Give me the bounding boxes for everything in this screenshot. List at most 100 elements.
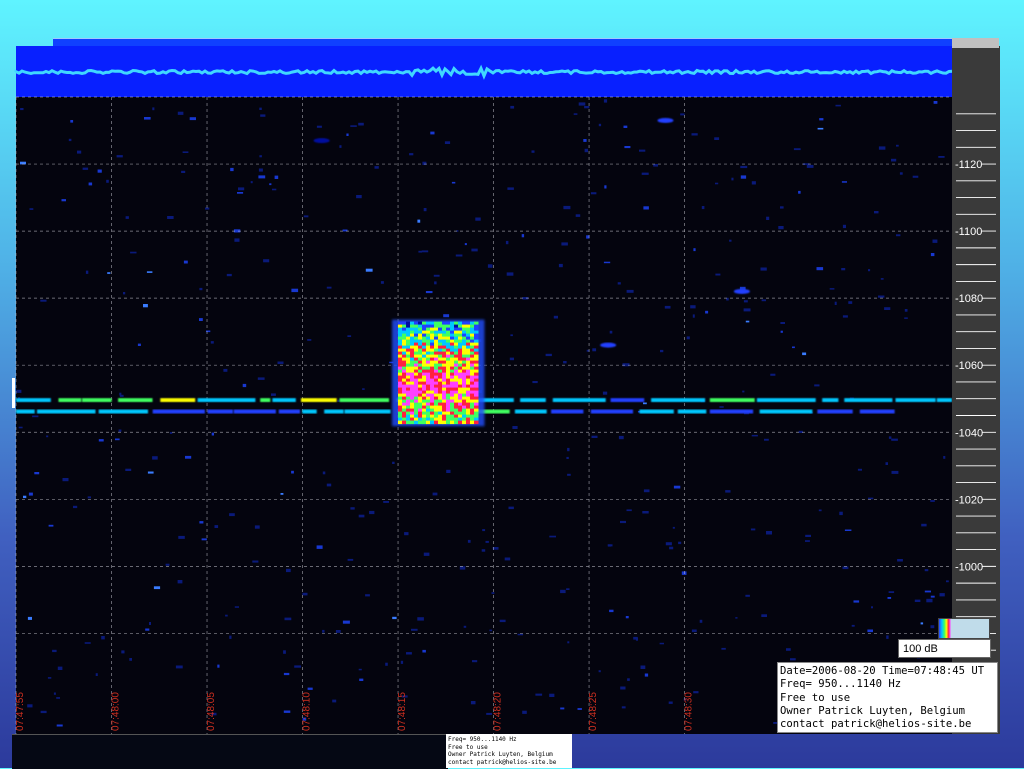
burst-cell xyxy=(458,357,463,362)
burst-cell xyxy=(470,360,475,365)
noise-speckle xyxy=(470,701,476,705)
noise-speckle xyxy=(294,665,301,668)
noise-speckle xyxy=(380,281,384,284)
burst-cell xyxy=(422,363,427,368)
burst-cell xyxy=(406,408,411,413)
burst-cell xyxy=(414,360,419,365)
burst-cell xyxy=(438,420,443,425)
noise-speckle xyxy=(839,511,843,516)
noise-speckle xyxy=(316,545,323,549)
burst-cell xyxy=(426,408,431,413)
burst-cell xyxy=(446,408,451,413)
burst-cell xyxy=(470,417,475,422)
noise-speckle xyxy=(446,469,451,473)
burst-cell xyxy=(458,381,463,386)
noise-speckle xyxy=(335,630,341,633)
burst-cell xyxy=(442,420,447,425)
burst-cell xyxy=(410,336,415,341)
noise-speckle xyxy=(829,288,835,290)
burst-cell xyxy=(454,372,459,377)
noise-speckle xyxy=(487,264,493,268)
burst-cell xyxy=(458,363,463,368)
burst-cell xyxy=(434,339,439,344)
carrier-segment xyxy=(677,409,707,414)
noise-speckle xyxy=(933,101,938,104)
burst-cell xyxy=(474,408,479,413)
burst-cell xyxy=(414,330,419,335)
noise-speckle xyxy=(392,461,395,464)
burst-cell xyxy=(398,348,403,353)
noise-speckle xyxy=(633,636,638,640)
burst-cell xyxy=(430,378,435,383)
burst-cell xyxy=(454,405,459,410)
noise-speckle xyxy=(598,123,602,127)
noise-speckle xyxy=(701,206,705,210)
burst-cell xyxy=(402,363,407,368)
burst-cell xyxy=(414,327,419,332)
noise-speckle xyxy=(356,195,362,199)
burst-cell xyxy=(446,330,451,335)
burst-cell xyxy=(446,336,451,341)
noise-speckle xyxy=(665,542,672,546)
frequency-tick-label: -1000 xyxy=(955,561,983,573)
burst-cell xyxy=(434,354,439,359)
burst-cell xyxy=(426,405,431,410)
burst-cell xyxy=(430,411,435,416)
burst-cell xyxy=(438,390,443,395)
burst-cell xyxy=(458,384,463,389)
burst-cell xyxy=(418,420,423,425)
burst-cell xyxy=(398,342,403,347)
burst-cell xyxy=(470,405,475,410)
noise-speckle xyxy=(566,456,569,459)
burst-cell xyxy=(410,330,415,335)
noise-speckle xyxy=(851,624,855,627)
burst-cell xyxy=(442,384,447,389)
burst-cell xyxy=(406,321,411,326)
info-date-time: Date=2006-08-20 Time=07:48:45 UT xyxy=(780,665,985,677)
time-tick-label: 07:48:05 xyxy=(206,692,217,731)
frequency-tick-label: -1020 xyxy=(955,494,983,506)
burst-cell xyxy=(426,354,431,359)
burst-cell xyxy=(474,348,479,353)
burst-cell xyxy=(430,324,435,329)
noise-speckle xyxy=(669,546,674,550)
burst-cell xyxy=(430,375,435,380)
burst-cell xyxy=(430,414,435,419)
noise-speckle xyxy=(316,125,322,128)
burst-cell xyxy=(462,327,467,332)
colorbar-legend: 100 dB xyxy=(898,618,991,658)
burst-cell xyxy=(474,387,479,392)
burst-cell xyxy=(426,411,431,416)
burst-cell xyxy=(426,351,431,356)
noise-speckle xyxy=(626,509,632,512)
burst-cell xyxy=(410,348,415,353)
burst-cell xyxy=(474,393,479,398)
burst-cell xyxy=(426,372,431,377)
background-caption-line: Owner Patrick Luyten, Belgium xyxy=(448,751,553,758)
burst-cell xyxy=(434,360,439,365)
noise-speckle xyxy=(841,181,847,183)
noise-speckle xyxy=(365,594,370,597)
info-owner: Owner Patrick Luyten, Belgium xyxy=(780,704,965,717)
burst-cell xyxy=(398,405,403,410)
burst-cell xyxy=(450,348,455,353)
burst-cell xyxy=(466,408,471,413)
burst-cell xyxy=(446,393,451,398)
burst-cell xyxy=(406,342,411,347)
carrier-segment xyxy=(610,398,645,403)
burst-cell xyxy=(466,354,471,359)
burst-cell xyxy=(462,369,467,374)
burst-cell xyxy=(422,336,427,341)
noise-speckle xyxy=(721,647,726,650)
burst-cell xyxy=(402,378,407,383)
carrier-segment xyxy=(895,398,936,403)
noise-speckle xyxy=(780,322,785,324)
noise-speckle xyxy=(786,648,791,651)
burst-cell xyxy=(438,327,443,332)
carrier-segment xyxy=(651,398,706,403)
burst-cell xyxy=(426,378,431,383)
burst-cell xyxy=(422,360,427,365)
burst-cell xyxy=(398,324,403,329)
burst-cell xyxy=(466,360,471,365)
burst-cell xyxy=(466,321,471,326)
